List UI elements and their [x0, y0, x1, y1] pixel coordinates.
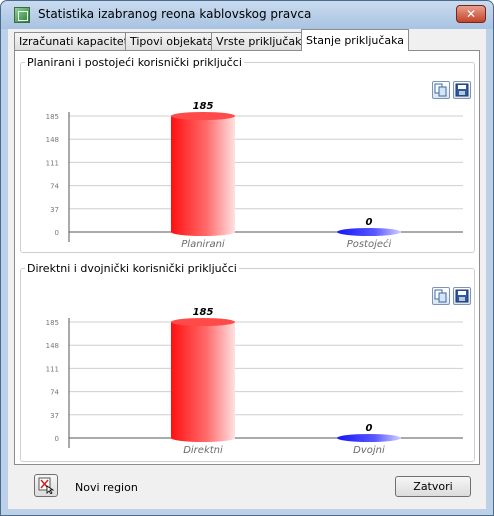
dialog-window: Statistika izabranog reona kablovskog pr… [0, 0, 494, 516]
copy-icon [434, 289, 447, 303]
client-area: Izračunati kapacitet Tipovi objekata Vrs… [8, 29, 486, 509]
y-tick-label: 37 [50, 412, 59, 420]
category-label: Postojeći [347, 238, 392, 249]
category-label: Planirani [181, 239, 225, 249]
new-region-button[interactable] [34, 474, 58, 497]
copy-icon [434, 83, 447, 97]
close-button[interactable]: Zatvori [395, 476, 471, 497]
save-icon [455, 289, 469, 303]
group-planirani-postojeci: Planirani i postojeći korisnički priklju… [20, 56, 475, 253]
title-bar[interactable]: Statistika izabranog reona kablovskog pr… [1, 1, 493, 29]
save-icon [455, 83, 469, 97]
chart-planirani-postojeci: 0 37 74 111 148 185 185 Planirani 0 Postojeći [46, 101, 463, 249]
y-tick-label: 185 [46, 113, 59, 121]
y-tick-label: 148 [46, 136, 59, 144]
category-label: Direktni [183, 445, 223, 455]
y-tick-label: 148 [46, 342, 59, 350]
data-label: 185 [193, 307, 214, 318]
group-direktni-dvojnicki: Direktni i dvojnički korisnički priključ… [20, 262, 475, 462]
tab-izracunati-kapacitet[interactable]: Izračunati kapacitet [14, 32, 134, 50]
chart-direktni-dvojni: 0 37 74 111 148 185 185 Direktni 0 Dvojni [46, 307, 463, 455]
save-button[interactable] [453, 81, 471, 99]
group-title: Direktni i dvojnički korisnički priključ… [25, 262, 239, 275]
window-close-button[interactable]: ✕ [456, 5, 486, 23]
y-tick-label: 74 [50, 389, 59, 397]
tab-stanje-prikljucaka[interactable]: Stanje priključaka [301, 29, 410, 51]
new-region-label: Novi region [75, 481, 138, 494]
save-button[interactable] [453, 287, 471, 305]
bar-direktni [171, 322, 235, 438]
bar-planirani [171, 116, 235, 232]
bar-top [171, 318, 235, 326]
bar-base [171, 434, 235, 442]
tab-tipovi-objekata[interactable]: Tipovi objekata [125, 32, 219, 50]
bar-base [171, 228, 235, 236]
tab-panel: Planirani i postojeći korisnički priklju… [14, 50, 480, 465]
data-label: 0 [366, 217, 373, 228]
group-title: Planirani i postojeći korisnički priklju… [25, 56, 244, 69]
y-tick-label: 111 [46, 365, 59, 373]
app-icon [14, 7, 30, 23]
y-tick-label: 0 [55, 229, 59, 237]
window-title: Statistika izabranog reona kablovskog pr… [38, 7, 312, 21]
y-tick-label: 111 [46, 159, 59, 167]
y-tick-label: 74 [50, 183, 59, 191]
y-tick-label: 37 [50, 206, 59, 214]
tab-vrste-prikljucaka[interactable]: Vrste priključaka [211, 32, 314, 50]
bar-dvojni [337, 434, 401, 442]
data-label: 185 [193, 101, 214, 112]
copy-button[interactable] [432, 287, 450, 305]
new-region-icon [38, 477, 54, 494]
data-label: 0 [366, 423, 373, 434]
y-tick-label: 185 [46, 319, 59, 327]
bar-postojeći [337, 228, 401, 236]
category-label: Dvojni [353, 445, 385, 455]
y-tick-label: 0 [55, 435, 59, 443]
copy-button[interactable] [432, 81, 450, 99]
bar-top [171, 112, 235, 120]
